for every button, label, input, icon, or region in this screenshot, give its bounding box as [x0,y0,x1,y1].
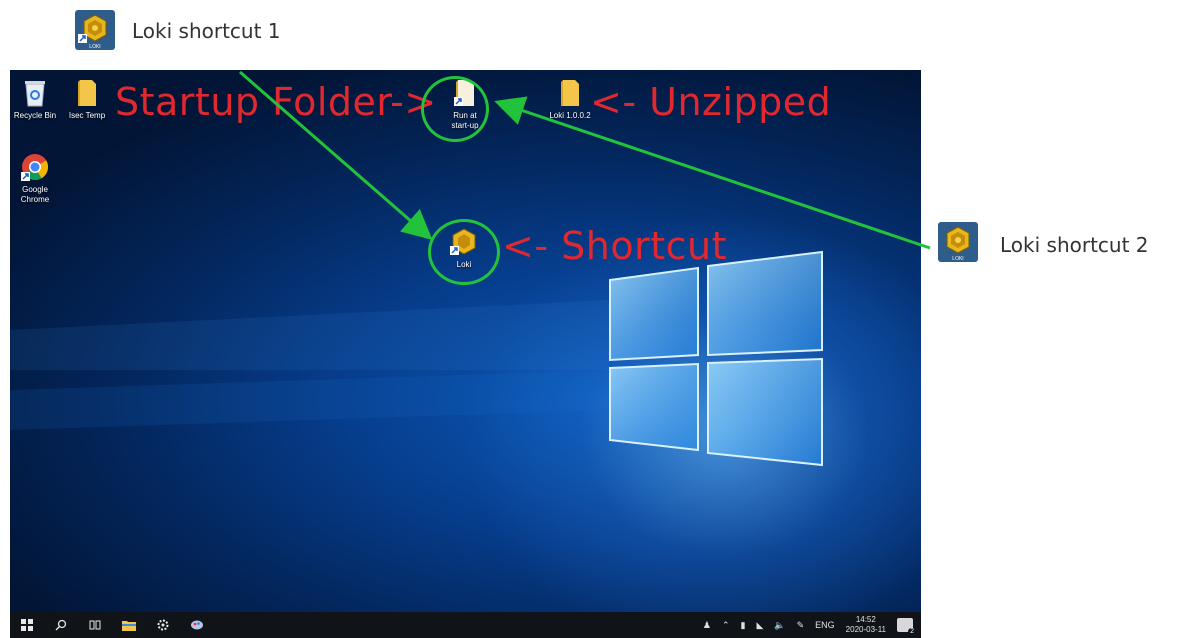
notification-count: 2 [908,628,916,635]
desktop-icon-label: Loki 1.0.0.2 [549,111,591,120]
desktop-icon-google-chrome[interactable]: Google Chrome [10,152,70,205]
taskbar: ♟ ⌃ ▮ ◣ 🔈 ✎ ENG 14:52 2020-03-11 2 [10,612,921,638]
annotation-startup-folder: Startup Folder-> [115,80,437,124]
wallpaper-windows-logo [10,250,823,467]
task-view-icon[interactable] [78,612,112,638]
notifications-icon[interactable]: 2 [897,618,916,635]
network-icon[interactable]: ◣ [756,620,763,631]
search-icon[interactable] [44,612,78,638]
desktop-icon-label: Google Chrome [20,185,50,204]
app-icon[interactable] [180,612,214,638]
volume-muted-icon[interactable]: 🔈 [774,620,785,631]
desktop-icon-label: Isec Temp [68,111,106,120]
clock[interactable]: 14:52 2020-03-11 [846,615,886,635]
file-explorer-icon[interactable] [112,612,146,638]
battery-icon[interactable]: ▮ [741,620,746,631]
start-icon[interactable] [10,612,44,638]
clock-time: 14:52 [855,615,876,624]
annotation-shortcut: <- Shortcut [502,224,727,268]
system-tray: ♟ ⌃ ▮ ◣ 🔈 ✎ ENG 14:52 2020-03-11 2 [703,612,916,638]
pen-icon[interactable]: ✎ [797,620,805,631]
desktop-icon-isec-temp[interactable]: Isec Temp [52,78,122,121]
annotation-unzipped: <- Unzipped [590,80,832,124]
loki-shortcut-1-label: Loki shortcut 1 [132,19,281,43]
folder-icon [78,80,96,106]
desktop[interactable]: Recycle Bin Isec Temp Google Chrome Run … [10,70,921,638]
settings-icon[interactable] [146,612,180,638]
chevron-up-icon[interactable]: ⌃ [722,620,730,631]
loki-shortcut-2-label: Loki shortcut 2 [1000,233,1149,257]
people-icon[interactable]: ♟ [703,620,711,631]
chrome-icon [21,154,49,181]
language-indicator[interactable]: ENG [815,620,835,630]
desktop-icon-label: Recycle Bin [13,111,57,120]
loki-shortcut-2-icon: LOKI [938,222,978,262]
highlight-ring-loki-shortcut [428,219,500,285]
folder-icon [561,80,579,106]
svg-text:LOKI: LOKI [89,44,100,50]
loki-shortcut-1-icon: LOKI [75,10,115,50]
highlight-ring-startup-folder [421,76,489,142]
clock-date: 2020-03-11 [845,625,886,634]
recycle-bin-icon [25,81,45,107]
svg-text:LOKI: LOKI [952,256,963,262]
